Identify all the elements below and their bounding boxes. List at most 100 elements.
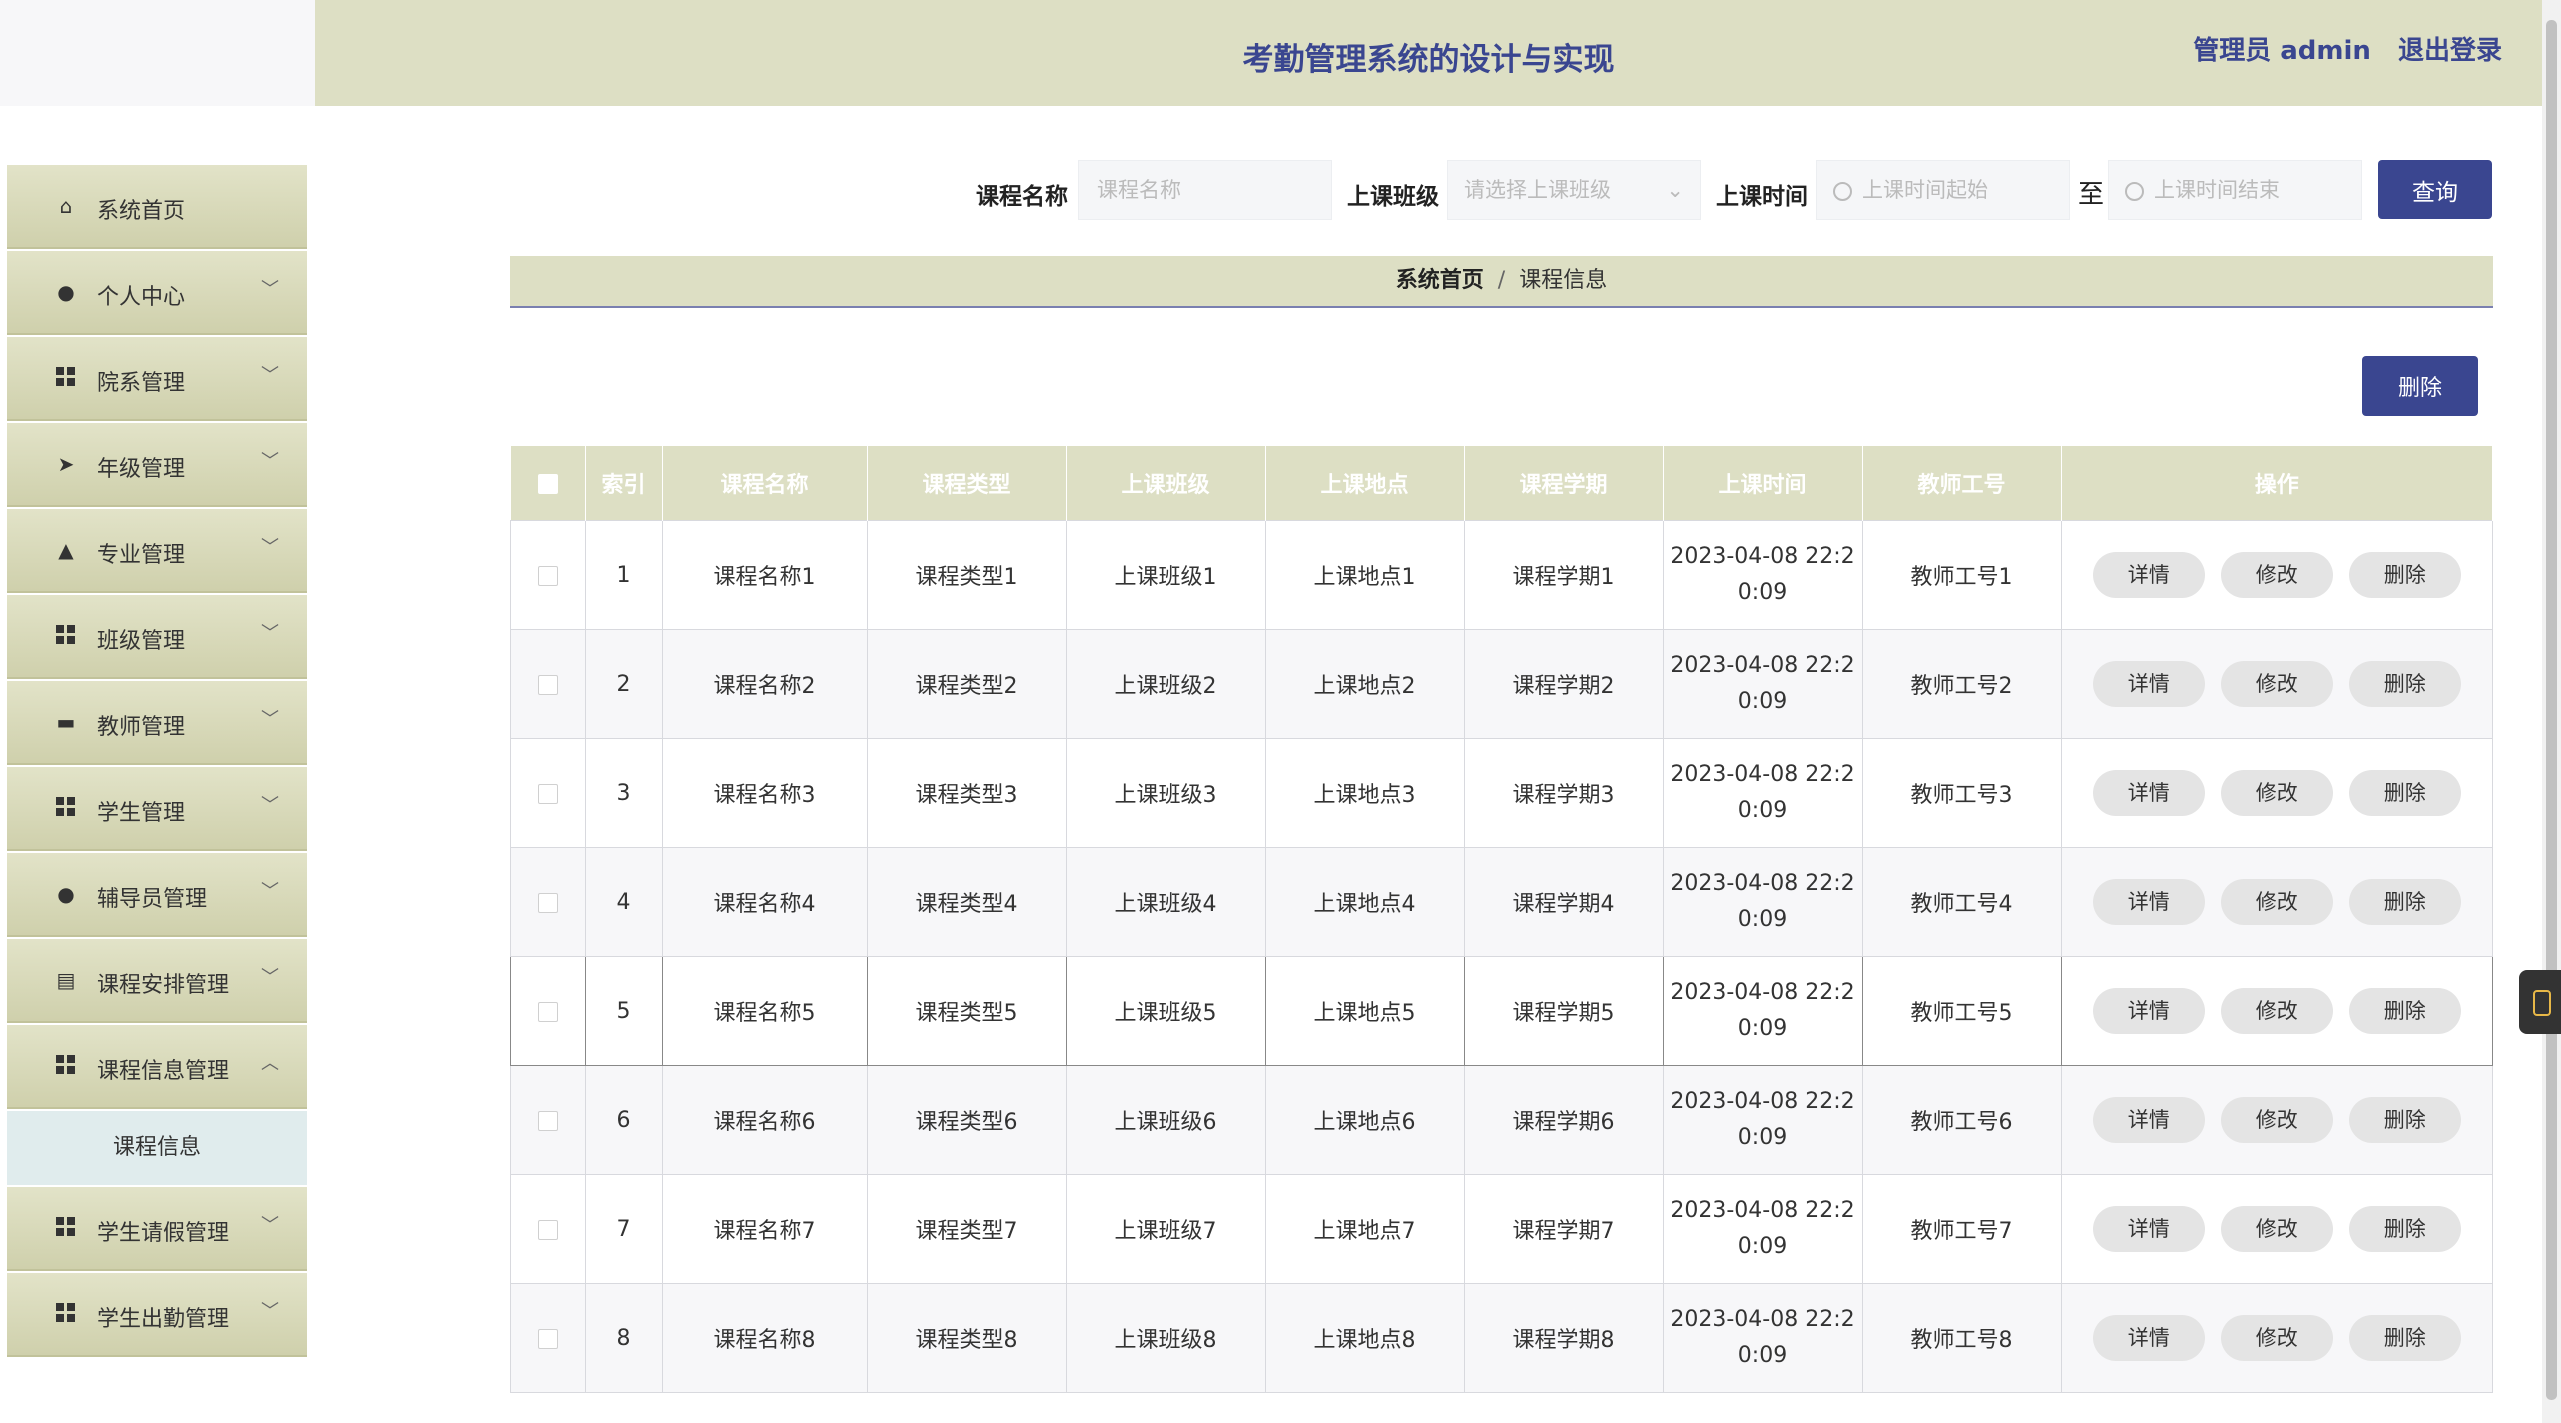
delete-button[interactable]: 删除 — [2348, 552, 2461, 598]
sidebar-item-label: 个人中心 — [97, 285, 186, 310]
row-checkbox[interactable] — [537, 674, 558, 695]
delete-button[interactable]: 删除 — [2348, 988, 2461, 1034]
column-header: 课程名称 — [662, 446, 868, 521]
detail-button[interactable]: 详情 — [2092, 1315, 2205, 1361]
sidebar-item[interactable]: 学生请假管理 ﹀ — [7, 1187, 307, 1271]
row-checkbox[interactable] — [537, 1110, 558, 1131]
row-checkbox[interactable] — [537, 1328, 558, 1349]
column-header: 课程学期 — [1464, 446, 1664, 521]
sidebar-item[interactable]: 课程信息管理 ︿ — [7, 1025, 307, 1109]
scrollbar-thumb[interactable] — [2546, 20, 2557, 1400]
cell-term: 课程学期6 — [1463, 1065, 1664, 1175]
sidebar-item[interactable]: 院系管理 ﹀ — [7, 337, 307, 421]
cell-time-line: 0:09 — [1737, 689, 1788, 714]
row-checkbox[interactable] — [537, 565, 558, 586]
sidebar-item[interactable]: ▲ 专业管理 ﹀ — [7, 509, 307, 593]
sidebar-item[interactable]: ▤ 课程安排管理 ﹀ — [7, 939, 307, 1023]
cell-time-line: 2023-04-08 22:2 — [1670, 1198, 1855, 1223]
cell-term: 课程学期1 — [1463, 520, 1664, 630]
cell-class: 上课班级6 — [1065, 1065, 1266, 1175]
cell-time-line: 2023-04-08 22:2 — [1670, 1089, 1855, 1114]
logout-link[interactable]: 退出登录 — [2398, 36, 2502, 66]
delete-button[interactable]: 删除 — [2348, 1315, 2461, 1361]
cell-time-line: 2023-04-08 22:2 — [1670, 980, 1855, 1005]
course-name-input[interactable] — [1095, 177, 1335, 203]
row-checkbox[interactable] — [537, 1219, 558, 1240]
clock-icon — [2125, 181, 2144, 201]
edit-button[interactable]: 修改 — [2220, 661, 2333, 707]
course-name-field[interactable] — [1078, 160, 1335, 220]
select-all-checkbox[interactable] — [537, 473, 558, 494]
detail-button[interactable]: 详情 — [2092, 1206, 2205, 1252]
cell-term: 课程学期3 — [1463, 738, 1664, 848]
cell-course-name: 课程名称6 — [661, 1065, 868, 1175]
sidebar-item-label: 年级管理 — [97, 457, 186, 482]
cell-course-name: 课程名称7 — [661, 1174, 868, 1284]
edit-button[interactable]: 修改 — [2220, 879, 2333, 925]
detail-button[interactable]: 详情 — [2092, 879, 2205, 925]
time-start-field[interactable]: 上课时间起始 — [1816, 160, 2070, 220]
sidebar-item[interactable]: ➤ 年级管理 ﹀ — [7, 423, 307, 507]
table-row[interactable]: 4 课程名称4 课程类型4 上课班级4 上课地点4 课程学期4 2023-04-08 22:… — [510, 847, 2493, 957]
sidebar-item-label: 课程安排管理 — [97, 973, 230, 998]
edit-button[interactable]: 修改 — [2220, 552, 2333, 598]
class-select[interactable]: 请选择上课班级 ⌄ — [1447, 160, 1701, 220]
time-end-field[interactable]: 上课时间结束 — [2108, 160, 2362, 220]
sidebar-item[interactable]: ● 个人中心 ﹀ — [7, 251, 307, 335]
cell-index: 6 — [584, 1065, 663, 1175]
sidebar-item[interactable]: ▬ 教师管理 ﹀ — [7, 681, 307, 765]
row-checkbox[interactable] — [537, 892, 558, 913]
edit-button[interactable]: 修改 — [2220, 1206, 2333, 1252]
cell-course-type: 课程类型1 — [866, 520, 1067, 630]
edit-button[interactable]: 修改 — [2220, 1097, 2333, 1143]
row-checkbox[interactable] — [537, 1001, 558, 1022]
detail-button[interactable]: 详情 — [2092, 661, 2205, 707]
detail-button[interactable]: 详情 — [2092, 770, 2205, 816]
cell-index: 5 — [584, 956, 663, 1066]
table-row[interactable]: 7 课程名称7 课程类型7 上课班级7 上课地点7 课程学期7 2023-04-08 22:… — [510, 1174, 2493, 1284]
table-row[interactable]: 1 课程名称1 课程类型1 上课班级1 上课地点1 课程学期1 2023-04-08 22:… — [510, 520, 2493, 630]
delete-button[interactable]: 删除 — [2348, 879, 2461, 925]
cell-time-line: 2023-04-08 22:2 — [1670, 871, 1855, 896]
sidebar-item[interactable]: 学生管理 ﹀ — [7, 767, 307, 851]
sidebar-subitem-course-info[interactable]: 课程信息 — [7, 1111, 307, 1185]
sidebar-item[interactable]: 学生出勤管理 ﹀ — [7, 1273, 307, 1357]
delete-button[interactable]: 删除 — [2348, 1097, 2461, 1143]
edit-button[interactable]: 修改 — [2220, 770, 2333, 816]
detail-button[interactable]: 详情 — [2092, 1097, 2205, 1143]
detail-button[interactable]: 详情 — [2092, 552, 2205, 598]
edit-button[interactable]: 修改 — [2220, 1315, 2333, 1361]
sidebar-item-label: 教师管理 — [97, 715, 186, 740]
chevron-down-icon: ﹀ — [261, 967, 279, 988]
row-select-cell — [510, 520, 586, 630]
sidebar-item[interactable]: ● 辅导员管理 ﹀ — [7, 853, 307, 937]
query-button[interactable]: 查询 — [2378, 160, 2492, 219]
breadcrumb-home[interactable]: 系统首页 — [1396, 268, 1484, 293]
table-row[interactable]: 6 课程名称6 课程类型6 上课班级6 上课地点6 课程学期6 2023-04-08 22:… — [510, 1065, 2493, 1175]
bulk-delete-button[interactable]: 删除 — [2362, 356, 2478, 416]
delete-button[interactable]: 删除 — [2348, 661, 2461, 707]
delete-button[interactable]: 删除 — [2348, 1206, 2461, 1252]
row-checkbox[interactable] — [537, 783, 558, 804]
cell-course-type: 课程类型4 — [866, 847, 1067, 957]
cell-time-line: 0:09 — [1737, 1343, 1788, 1368]
delete-button[interactable]: 删除 — [2348, 770, 2461, 816]
table-row[interactable]: 3 课程名称3 课程类型3 上课班级3 上课地点3 课程学期3 2023-04-08 22:… — [510, 738, 2493, 848]
table-row[interactable]: 8 课程名称8 课程类型8 上课班级8 上课地点8 课程学期8 2023-04-08 22:… — [510, 1283, 2493, 1393]
cell-index: 4 — [584, 847, 663, 957]
cell-course-type: 课程类型7 — [866, 1174, 1067, 1284]
table-row[interactable]: 5 课程名称5 课程类型5 上课班级5 上课地点5 课程学期5 2023-04-08 22:… — [510, 956, 2493, 1066]
cell-class: 上课班级8 — [1065, 1283, 1266, 1393]
detail-button[interactable]: 详情 — [2092, 988, 2205, 1034]
sidebar-item[interactable]: 班级管理 ﹀ — [7, 595, 307, 679]
cell-course-name: 课程名称8 — [661, 1283, 868, 1393]
edit-button[interactable]: 修改 — [2220, 988, 2333, 1034]
cell-actions: 详情 修改 删除 — [2060, 1174, 2493, 1284]
sidebar-item[interactable]: ⌂ 系统首页 — [7, 165, 307, 249]
table-row[interactable]: 2 课程名称2 课程类型2 上课班级2 上课地点2 课程学期2 2023-04-08 22:… — [510, 629, 2493, 739]
floating-side-tab[interactable] — [2519, 970, 2561, 1034]
page-scrollbar[interactable] — [2542, 0, 2561, 1423]
chevron-down-icon: ﹀ — [261, 709, 279, 730]
column-header: 上课地点 — [1265, 446, 1465, 521]
course-name-label: 课程名称 — [976, 184, 1068, 210]
